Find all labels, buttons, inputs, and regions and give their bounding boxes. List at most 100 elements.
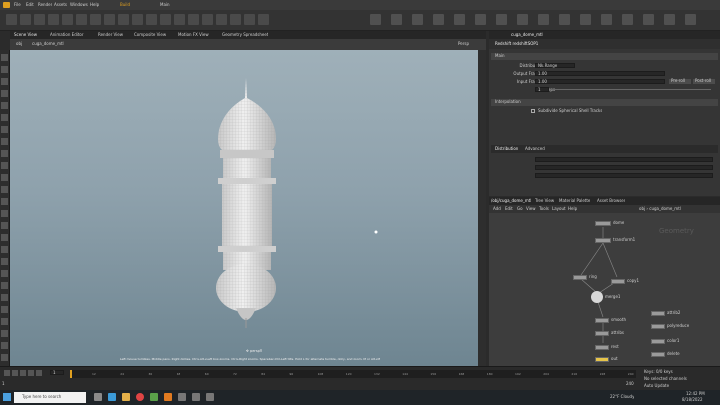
substeps-slider[interactable] [551,89,711,90]
network-node[interactable] [595,331,609,336]
scale-icon[interactable] [1,186,8,193]
path-obj[interactable]: obj [16,41,22,47]
shelf-tool-button[interactable] [76,14,87,25]
move-icon[interactable] [1,66,8,73]
pose-icon[interactable] [1,306,8,313]
shelf-tool-button[interactable] [433,14,444,25]
step-back-icon[interactable] [12,370,18,376]
interp-checkbox[interactable] [531,109,535,113]
network-node[interactable] [573,275,587,280]
section-main-header[interactable]: Main [491,53,718,60]
shelf-tool-button[interactable] [391,14,402,25]
menu-build[interactable]: Build [120,2,130,8]
section-interpolation-header[interactable]: Interpolation [491,99,718,106]
shelf-tool-button[interactable] [643,14,654,25]
shelf-tool-button[interactable] [48,14,59,25]
shelf-tool-button[interactable] [258,14,269,25]
net-menu-edit[interactable]: Edit [505,206,513,212]
app-icon[interactable] [206,393,214,401]
shelf-tool-button[interactable] [160,14,171,25]
select-icon[interactable] [1,54,8,61]
render-region-icon[interactable] [1,234,8,241]
shelf-tool-button[interactable] [90,14,101,25]
menu-main[interactable]: Main [160,2,170,8]
network-editor[interactable]: /obj/cuga_dome_mtl Tree View Material Pa… [489,197,720,366]
shelf-tool-button[interactable] [580,14,591,25]
menu-help[interactable]: Help [90,2,99,8]
tab-composite-view[interactable]: Composite View [134,32,166,38]
shelf-tool-button[interactable] [496,14,507,25]
param-field[interactable] [535,173,713,178]
shelf-tool-button[interactable] [412,14,423,25]
play-forward-icon[interactable] [36,370,42,376]
move-icon[interactable] [1,354,8,361]
net-menu-tools[interactable]: Tools [539,206,549,212]
network-node[interactable] [595,318,609,323]
rotate-icon[interactable] [1,78,8,85]
tab-param-node[interactable]: cuga_dome_mtl [511,32,543,38]
edge-icon[interactable] [108,393,116,401]
net-menu-help[interactable]: Help [568,206,577,212]
network-node[interactable] [651,324,665,329]
move-icon[interactable] [1,258,8,265]
timeline-ruler[interactable]: 12 24 36 48 60 72 84 96 108 120 132 144 156 168 180 192… [70,370,636,378]
shelf-tool-button[interactable] [104,14,115,25]
file-explorer-icon[interactable] [122,393,130,401]
scale-icon[interactable] [1,282,8,289]
move-icon[interactable] [1,162,8,169]
light-marker[interactable] [374,230,378,234]
network-node[interactable] [651,352,665,357]
scene-viewport[interactable]: ✜ persp∇ Left mouse tumbles. Middle pans… [10,50,486,366]
select-icon[interactable] [1,342,8,349]
clock-date[interactable]: 8/18/2022 [682,397,703,403]
shelf-tool-button[interactable] [622,14,633,25]
range-start[interactable]: 1 [2,381,5,387]
view-icon[interactable] [1,318,8,325]
houdini-taskbar-icon[interactable] [164,393,172,401]
network-node[interactable] [651,339,665,344]
rotate-icon[interactable] [1,270,8,277]
network-node[interactable] [595,221,611,226]
network-node[interactable] [595,345,609,350]
tab-advanced[interactable]: Advanced [525,146,545,152]
pose-icon[interactable] [1,210,8,217]
viewport-canvas[interactable] [10,50,486,366]
tab-scene-view[interactable]: Scene View [14,32,37,38]
param-field[interactable] [535,165,713,170]
net-menu-layout[interactable]: Layout [552,206,566,212]
menu-render[interactable]: Render [38,2,52,8]
stop-icon[interactable] [20,370,26,376]
app-icon[interactable] [192,393,200,401]
rotate-icon[interactable] [1,174,8,181]
shelf-tool-button[interactable] [6,14,17,25]
net-menu-view[interactable]: View [526,206,536,212]
shelf-tool-button[interactable] [517,14,528,25]
shelf-tool-button[interactable] [370,14,381,25]
network-node[interactable] [611,279,625,284]
app-icon[interactable] [178,393,186,401]
network-path[interactable]: obj › cuga_dome_mtl [639,206,681,212]
handle-icon[interactable] [1,102,8,109]
pre-roll-button[interactable]: Pre-roll [669,78,691,84]
shelf-tool-button[interactable] [244,14,255,25]
net-menu-add[interactable]: Add [493,206,501,212]
network-node[interactable] [651,311,665,316]
menu-assets[interactable]: Assets [54,2,67,8]
output-frame-range-field[interactable]: 1.00 [535,71,665,76]
tab-render-view[interactable]: Render View [98,32,123,38]
menu-file[interactable]: File [14,2,21,8]
step-forward-icon[interactable] [28,370,34,376]
auto-update-toggle[interactable]: Auto Update [644,383,669,389]
menu-edit[interactable]: Edit [26,2,34,8]
net-menu-go[interactable]: Go [517,206,523,212]
handle-icon[interactable] [1,198,8,205]
distribution-mode-select[interactable]: Nk.Range [535,63,575,68]
tab-geometry-spreadsheet[interactable]: Geometry Spreadsheet [222,32,268,38]
chrome-icon[interactable] [136,393,144,401]
shelf-tool-button[interactable] [685,14,696,25]
tab-animation-editor[interactable]: Animation Editor [50,32,84,38]
camera-menu[interactable]: Persp [458,41,469,47]
shelf-tool-button[interactable] [216,14,227,25]
shelf-tool-button[interactable] [132,14,143,25]
shelf-tool-button[interactable] [538,14,549,25]
